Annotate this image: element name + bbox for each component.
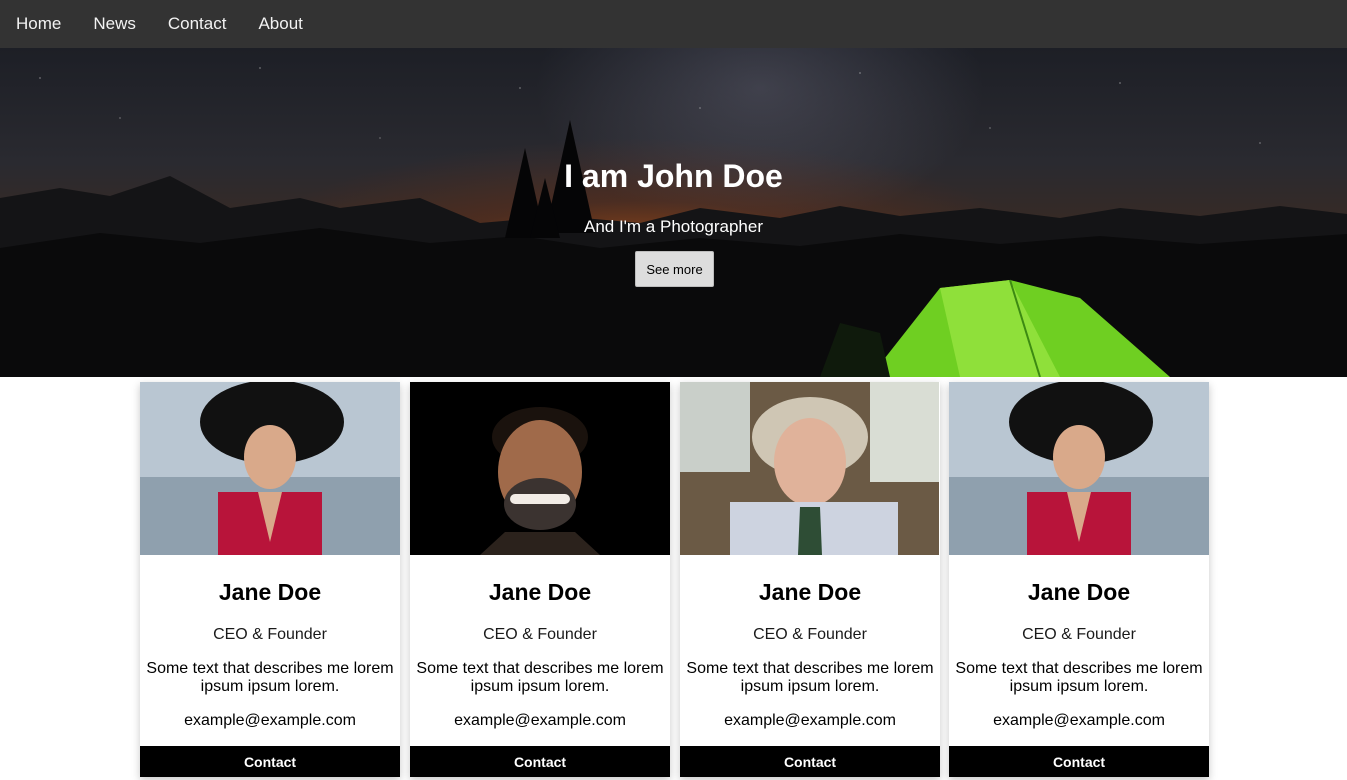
- profile-photo: [410, 382, 670, 555]
- team-card: Jane Doe CEO & Founder Some text that de…: [140, 382, 400, 777]
- top-nav: Home News Contact About: [0, 0, 1347, 48]
- member-description: Some text that describes me lorem ipsum …: [416, 660, 664, 695]
- contact-button[interactable]: Contact: [140, 746, 400, 777]
- profile-photo: [140, 382, 400, 555]
- hero-text: I am John Doe And I'm a Photographer See…: [0, 48, 1347, 377]
- nav-item-home[interactable]: Home: [0, 0, 77, 48]
- see-more-button[interactable]: See more: [635, 251, 714, 287]
- member-name: Jane Doe: [1027, 579, 1131, 605]
- member-name: Jane Doe: [218, 579, 322, 605]
- hero-subtitle: And I'm a Photographer: [583, 217, 764, 236]
- contact-button[interactable]: Contact: [949, 746, 1209, 777]
- contact-button[interactable]: Contact: [410, 746, 670, 777]
- hero-title: I am John Doe: [564, 158, 783, 194]
- nav-item-news[interactable]: News: [77, 0, 152, 48]
- member-description: Some text that describes me lorem ipsum …: [955, 660, 1203, 695]
- member-description: Some text that describes me lorem ipsum …: [146, 660, 394, 695]
- contact-button[interactable]: Contact: [680, 746, 940, 777]
- member-name: Jane Doe: [488, 579, 592, 605]
- member-email: example@example.com: [724, 712, 896, 729]
- team-card: Jane Doe CEO & Founder Some text that de…: [410, 382, 670, 777]
- member-title: CEO & Founder: [483, 626, 597, 643]
- member-title: CEO & Founder: [213, 626, 327, 643]
- member-title: CEO & Founder: [1022, 626, 1136, 643]
- member-email: example@example.com: [184, 712, 356, 729]
- member-description: Some text that describes me lorem ipsum …: [686, 660, 934, 695]
- member-email: example@example.com: [993, 712, 1165, 729]
- member-title: CEO & Founder: [753, 626, 867, 643]
- profile-photo: [680, 382, 940, 555]
- nav-item-contact[interactable]: Contact: [152, 0, 243, 48]
- hero-section: I am John Doe And I'm a Photographer See…: [0, 48, 1347, 377]
- team-card: Jane Doe CEO & Founder Some text that de…: [949, 382, 1209, 777]
- profile-photo: [949, 382, 1209, 555]
- team-card: Jane Doe CEO & Founder Some text that de…: [680, 382, 940, 777]
- member-email: example@example.com: [454, 712, 626, 729]
- member-name: Jane Doe: [758, 579, 862, 605]
- nav-item-about[interactable]: About: [242, 0, 318, 48]
